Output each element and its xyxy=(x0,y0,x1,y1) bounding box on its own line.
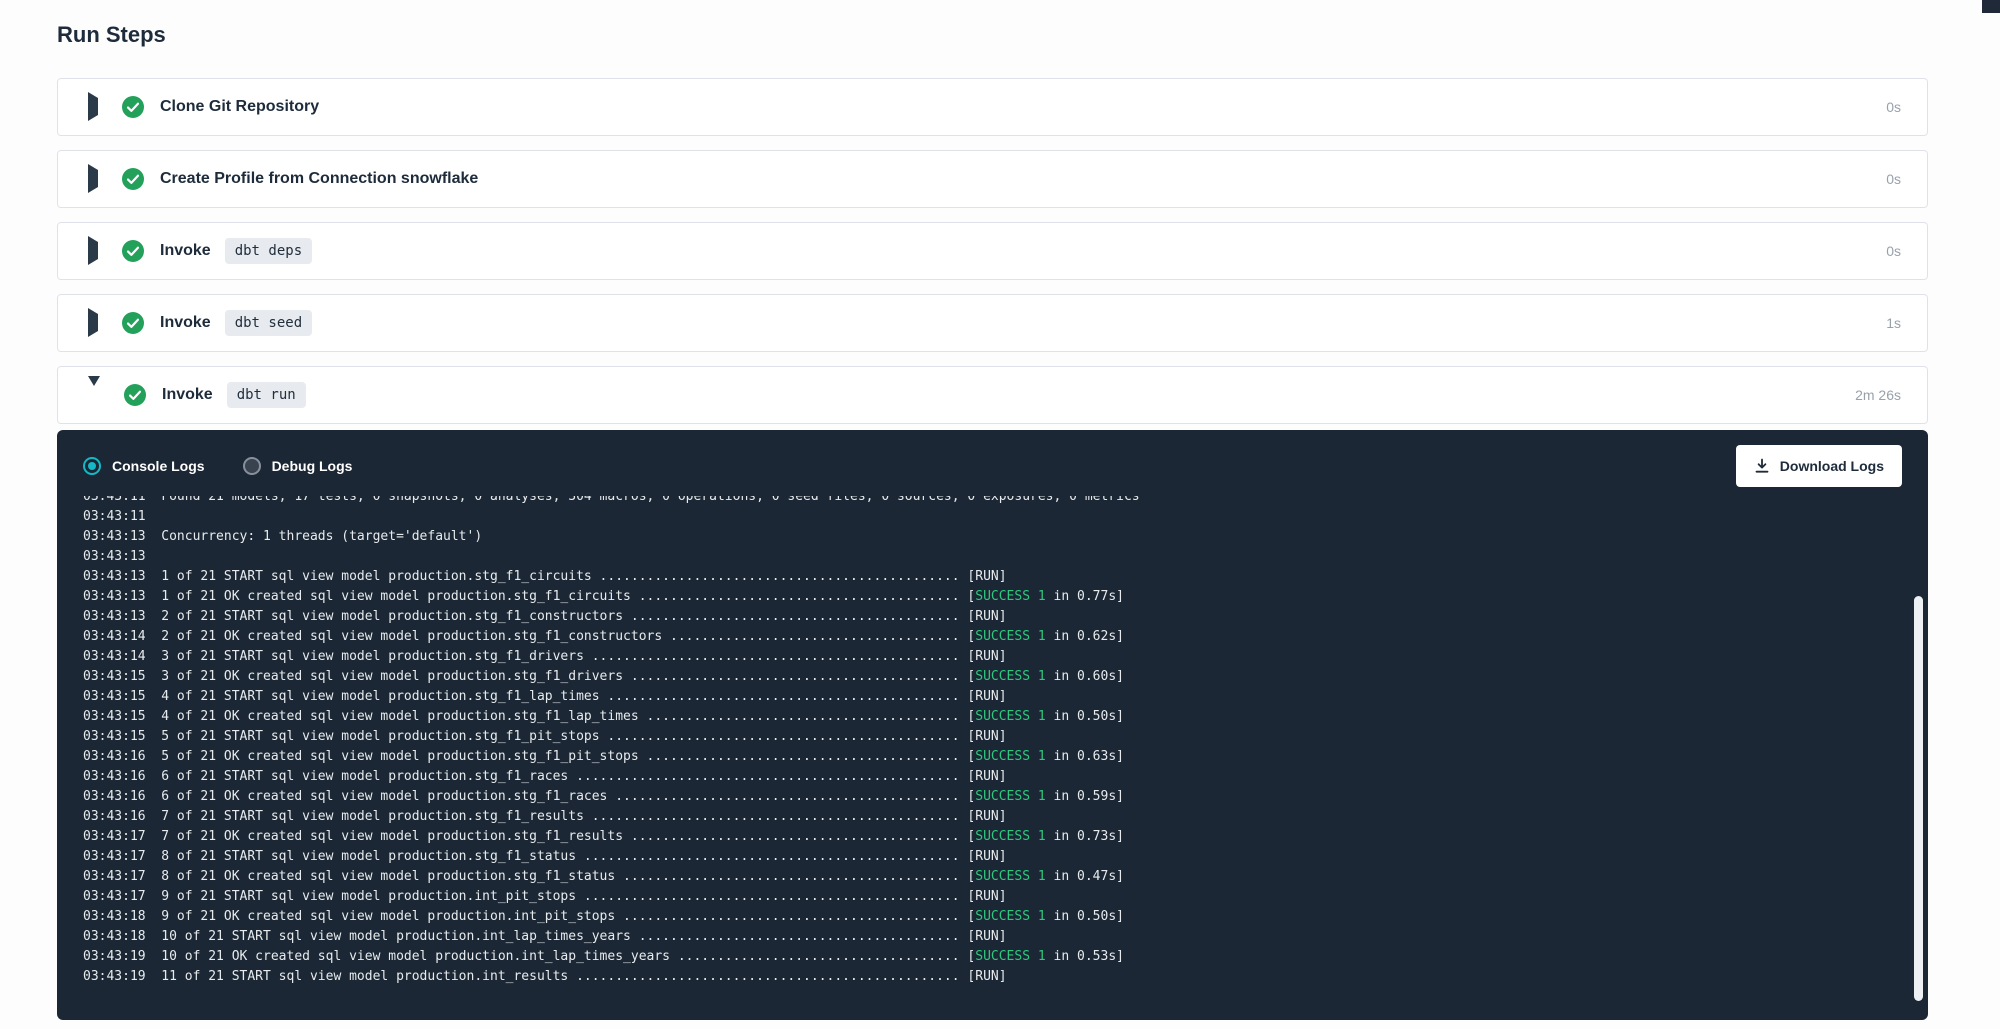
step-duration: 2m 26s xyxy=(1855,387,1901,403)
log-line: 03:43:11 Found 21 models, 17 tests, 0 sn… xyxy=(83,496,1928,507)
download-logs-button[interactable]: Download Logs xyxy=(1736,445,1902,487)
step-row-create-profile[interactable]: Create Profile from Connection snowflake… xyxy=(57,150,1928,208)
step-row-clone-git-repository[interactable]: Clone Git Repository 0s xyxy=(57,78,1928,136)
success-check-icon xyxy=(122,312,144,334)
step-command-chip: dbt run xyxy=(227,382,306,408)
log-line: 03:43:13 xyxy=(83,547,1928,567)
log-line: 03:43:16 6 of 21 OK created sql view mod… xyxy=(83,787,1928,807)
log-line: 03:43:13 Concurrency: 1 threads (target=… xyxy=(83,527,1928,547)
debug-logs-label: Debug Logs xyxy=(272,458,353,474)
step-label: Invoke xyxy=(160,314,211,332)
step-duration: 1s xyxy=(1886,315,1901,331)
log-line: 03:43:17 8 of 21 START sql view model pr… xyxy=(83,847,1928,867)
console-logs-label: Console Logs xyxy=(112,458,205,474)
step-duration: 0s xyxy=(1886,243,1901,259)
log-line: 03:43:18 9 of 21 OK created sql view mod… xyxy=(83,907,1928,927)
step-duration: 0s xyxy=(1886,171,1901,187)
log-line: 03:43:14 2 of 21 OK created sql view mod… xyxy=(83,627,1928,647)
step-label: Invoke xyxy=(162,386,213,404)
log-line: 03:43:19 11 of 21 START sql view model p… xyxy=(83,967,1928,987)
download-logs-label: Download Logs xyxy=(1780,458,1884,474)
log-line: 03:43:13 1 of 21 START sql view model pr… xyxy=(83,567,1928,587)
log-line: 03:43:17 9 of 21 START sql view model pr… xyxy=(83,887,1928,907)
step-label: Create Profile from Connection snowflake xyxy=(160,170,478,188)
log-line: 03:43:15 4 of 21 OK created sql view mod… xyxy=(83,707,1928,727)
radio-selected-icon xyxy=(83,457,101,475)
expand-caret-icon[interactable] xyxy=(88,314,98,332)
step-label: Invoke xyxy=(160,242,211,260)
console-log-output[interactable]: 03:43:11 Found 21 models, 17 tests, 0 sn… xyxy=(57,496,1928,1008)
step-command-chip: dbt deps xyxy=(225,238,312,264)
console-scrollbar[interactable] xyxy=(1914,496,1923,1008)
log-line: 03:43:13 1 of 21 OK created sql view mod… xyxy=(83,587,1928,607)
log-line: 03:43:16 6 of 21 START sql view model pr… xyxy=(83,767,1928,787)
log-line: 03:43:15 3 of 21 OK created sql view mod… xyxy=(83,667,1928,687)
download-icon xyxy=(1754,458,1770,474)
corner-artifact xyxy=(1982,0,2000,13)
log-line: 03:43:13 2 of 21 START sql view model pr… xyxy=(83,607,1928,627)
page-title: Run Steps xyxy=(57,20,1928,50)
step-command-chip: dbt seed xyxy=(225,310,312,336)
radio-unselected-icon xyxy=(243,457,261,475)
log-line: 03:43:19 10 of 21 OK created sql view mo… xyxy=(83,947,1928,967)
success-check-icon xyxy=(122,96,144,118)
success-check-icon xyxy=(122,168,144,190)
expand-caret-icon[interactable] xyxy=(88,170,98,188)
log-line: 03:43:18 10 of 21 START sql view model p… xyxy=(83,927,1928,947)
step-duration: 0s xyxy=(1886,99,1901,115)
success-check-icon xyxy=(124,384,146,406)
collapse-caret-icon[interactable] xyxy=(88,386,100,404)
log-line: 03:43:15 5 of 21 START sql view model pr… xyxy=(83,727,1928,747)
debug-logs-radio[interactable]: Debug Logs xyxy=(243,457,353,475)
log-line: 03:43:11 xyxy=(83,507,1928,527)
console-logs-radio[interactable]: Console Logs xyxy=(83,457,205,475)
log-line: 03:43:14 3 of 21 START sql view model pr… xyxy=(83,647,1928,667)
console-header: Console Logs Debug Logs Download Logs xyxy=(57,444,1928,488)
expand-caret-icon[interactable] xyxy=(88,242,98,260)
run-steps-list: Clone Git Repository 0s Create Profile f… xyxy=(57,78,1928,1020)
step-label: Clone Git Repository xyxy=(160,98,319,116)
run-steps-page: Run Steps Clone Git Repository 0s Create… xyxy=(0,0,2000,1020)
log-line: 03:43:15 4 of 21 START sql view model pr… xyxy=(83,687,1928,707)
success-check-icon xyxy=(122,240,144,262)
console-panel: Console Logs Debug Logs Download Logs 03… xyxy=(57,430,1928,1020)
log-line: 03:43:17 8 of 21 OK created sql view mod… xyxy=(83,867,1928,887)
expand-caret-icon[interactable] xyxy=(88,98,98,116)
step-row-invoke-dbt-run[interactable]: Invoke dbt run 2m 26s xyxy=(57,366,1928,424)
log-line: 03:43:16 5 of 21 OK created sql view mod… xyxy=(83,747,1928,767)
step-row-invoke-dbt-deps[interactable]: Invoke dbt deps 0s xyxy=(57,222,1928,280)
step-group-invoke-dbt-run: Invoke dbt run 2m 26s Console Logs Debug… xyxy=(57,366,1928,1020)
console-log-lines: 03:43:11 Found 21 models, 17 tests, 0 sn… xyxy=(83,496,1928,987)
step-row-invoke-dbt-seed[interactable]: Invoke dbt seed 1s xyxy=(57,294,1928,352)
log-line: 03:43:16 7 of 21 START sql view model pr… xyxy=(83,807,1928,827)
scrollbar-thumb[interactable] xyxy=(1914,596,1923,1001)
log-line: 03:43:17 7 of 21 OK created sql view mod… xyxy=(83,827,1928,847)
